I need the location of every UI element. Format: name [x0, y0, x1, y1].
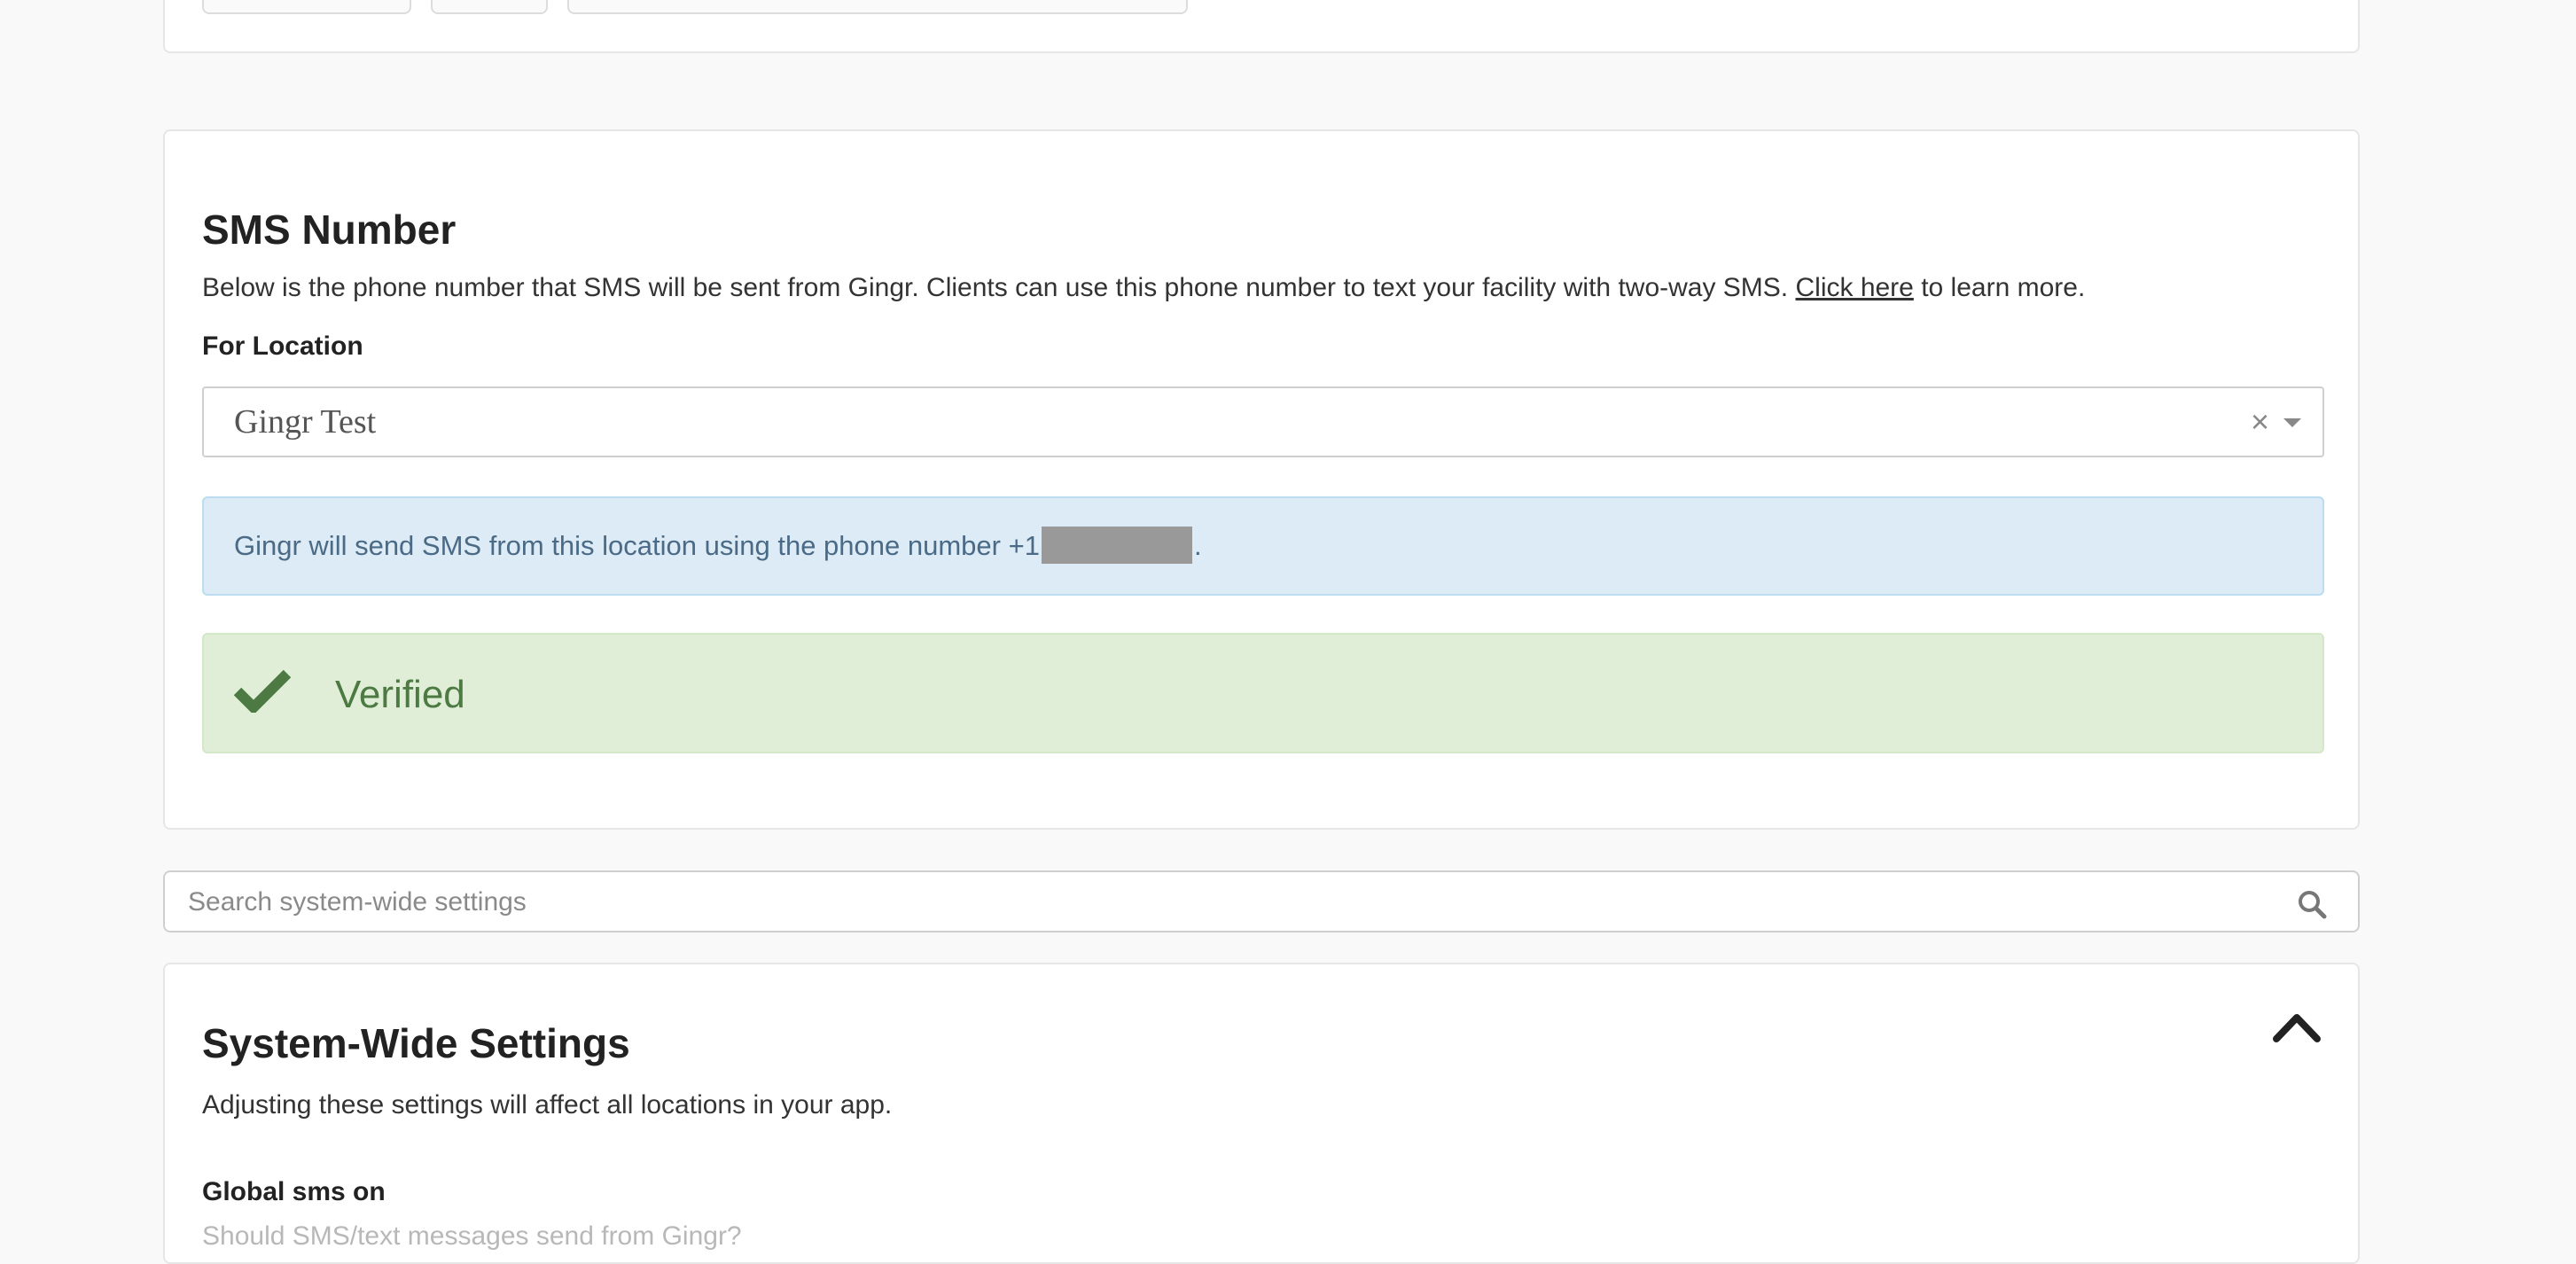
for-location-label: For Location: [202, 332, 363, 361]
system-wide-settings-title: System-Wide Settings: [202, 1020, 630, 1066]
location-select-value: Gingr Test: [234, 403, 377, 441]
top-button-2[interactable]: [431, 0, 548, 14]
verified-status-alert: Verified: [202, 633, 2324, 753]
check-icon: [234, 669, 291, 713]
previous-settings-card: [163, 0, 2360, 53]
system-settings-search: [163, 870, 2360, 932]
learn-more-link[interactable]: Click here: [1795, 273, 1913, 302]
system-wide-settings-card: System-Wide Settings Adjusting these set…: [163, 963, 2360, 1264]
info-text-before: Gingr will send SMS from this location u…: [234, 530, 1040, 561]
sms-number-card: SMS Number Below is the phone number tha…: [163, 129, 2360, 830]
info-text-after: .: [1193, 530, 1202, 561]
top-button-1[interactable]: [202, 0, 411, 14]
search-input[interactable]: [186, 876, 2229, 929]
sms-phone-info-alert: Gingr will send SMS from this location u…: [202, 496, 2324, 596]
verified-status-text: Verified: [335, 673, 465, 716]
info-alert-text: Gingr will send SMS from this location u…: [234, 498, 1202, 594]
sms-number-description: Below is the phone number that SMS will …: [202, 273, 2085, 303]
description-text-after: to learn more.: [1913, 273, 2086, 302]
global-sms-on-label: Global sms on: [202, 1177, 386, 1206]
global-sms-on-help: Should SMS/text messages send from Gingr…: [202, 1221, 742, 1251]
search-icon[interactable]: [2296, 888, 2328, 920]
top-button-3[interactable]: [567, 0, 1188, 14]
sms-number-title: SMS Number: [202, 207, 457, 253]
description-text-before: Below is the phone number that SMS will …: [202, 273, 1796, 302]
chevron-up-icon[interactable]: [2271, 1010, 2322, 1044]
clear-selection-icon[interactable]: ×: [2251, 388, 2269, 456]
redacted-phone-number: [1041, 526, 1192, 564]
location-select[interactable]: Gingr Test ×: [202, 386, 2324, 457]
system-wide-settings-description: Adjusting these settings will affect all…: [202, 1090, 893, 1120]
dropdown-arrow-icon[interactable]: [2283, 418, 2301, 427]
